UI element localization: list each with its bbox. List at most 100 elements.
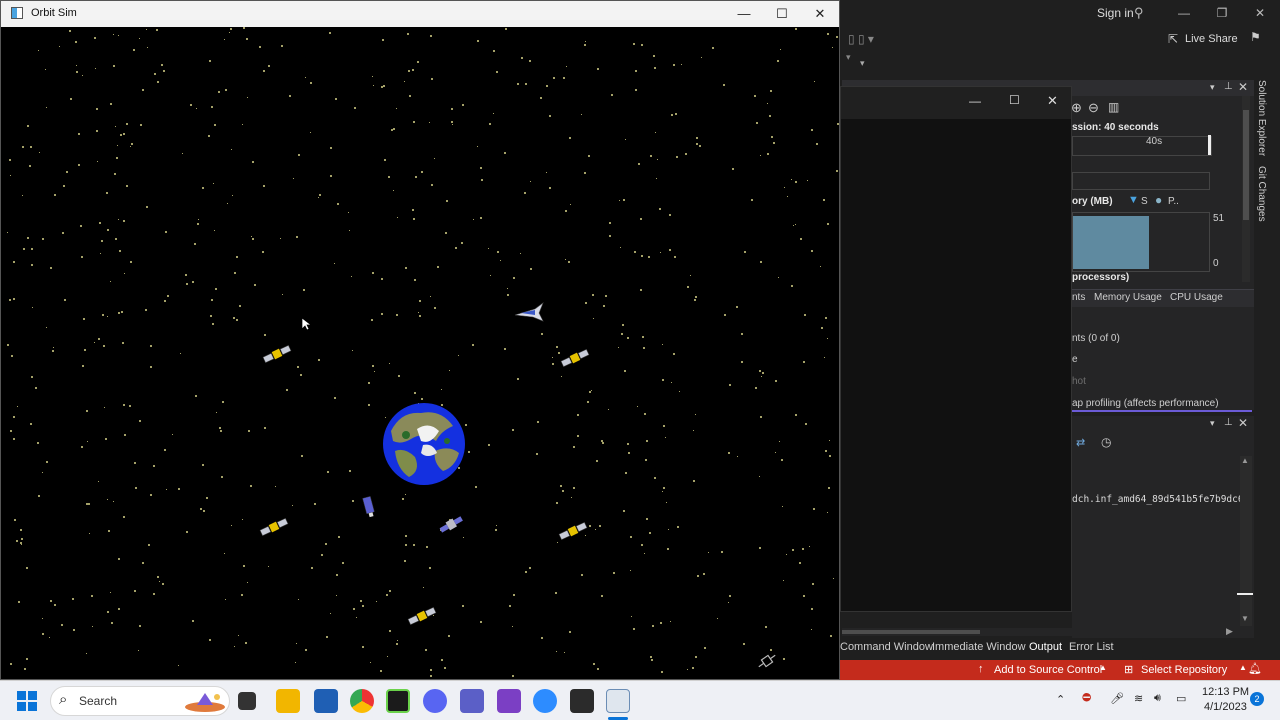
- tab-immediate-window[interactable]: Immediate Window: [932, 641, 1026, 653]
- output-pin-icon[interactable]: ⊥: [1224, 417, 1233, 428]
- star: [729, 595, 731, 597]
- feedback-icon[interactable]: ⚑: [1250, 30, 1261, 44]
- scroll-right-icon[interactable]: ▶: [1226, 626, 1233, 637]
- star: [281, 45, 283, 47]
- overflow-icon[interactable]: ▾: [860, 58, 865, 69]
- tray-overflow-icon[interactable]: ⌃: [1056, 693, 1065, 706]
- take-snapshot-link[interactable]: hot: [1072, 376, 1086, 387]
- star: [27, 125, 29, 127]
- panel-scroll-thumb[interactable]: [1243, 110, 1249, 220]
- floating-minimize-button[interactable]: —: [969, 94, 981, 108]
- task-view-icon[interactable]: [238, 692, 256, 710]
- clock-time[interactable]: 12:13 PM: [1202, 686, 1249, 698]
- memory-min: 0: [1213, 258, 1219, 269]
- star: [202, 464, 204, 466]
- vs-close-button[interactable]: ✕: [1250, 6, 1270, 22]
- floating-close-button[interactable]: ✕: [1047, 93, 1058, 109]
- heap-profiling-option[interactable]: ap profiling (affects performance): [1072, 398, 1219, 409]
- console-icon[interactable]: [570, 689, 594, 713]
- tab-events[interactable]: nts: [1072, 292, 1085, 303]
- star: [712, 47, 714, 49]
- output-close-icon[interactable]: ✕: [1238, 416, 1248, 430]
- floating-maximize-button[interactable]: ☐: [1009, 93, 1020, 107]
- notification-badge[interactable]: 2: [1250, 692, 1264, 706]
- tab-command-window[interactable]: Command Window: [840, 641, 933, 653]
- star: [791, 179, 792, 180]
- scroll-down-icon[interactable]: ▼: [1241, 614, 1249, 623]
- star: [292, 505, 293, 506]
- star: [349, 230, 350, 231]
- output-scrollbar[interactable]: [1240, 456, 1252, 626]
- wifi-icon[interactable]: ≋: [1134, 692, 1143, 705]
- windows-start-icon[interactable]: [16, 690, 38, 712]
- star: [231, 149, 232, 150]
- notifications-icon[interactable]: 🔔︎: [1248, 662, 1262, 675]
- horizontal-scroll-thumb[interactable]: [842, 630, 980, 634]
- volume-icon[interactable]: 🔊︎: [1154, 692, 1161, 705]
- battery-icon[interactable]: ▭: [1176, 692, 1186, 705]
- git-changes-tab[interactable]: Git Changes: [1256, 166, 1267, 222]
- star: [139, 38, 140, 39]
- teams-icon[interactable]: [460, 689, 484, 713]
- zoom-in-icon[interactable]: ⊕: [1071, 100, 1082, 116]
- visual-studio-icon[interactable]: [497, 689, 521, 713]
- snapshot-legend-icon: ▼: [1128, 194, 1139, 206]
- star: [517, 378, 519, 380]
- live-share-icon[interactable]: ⇱: [1168, 32, 1178, 46]
- maximize-button[interactable]: ☐: [763, 1, 801, 27]
- close-button[interactable]: ✕: [801, 1, 839, 27]
- taskbar-search[interactable]: ⌕ Search: [50, 686, 230, 716]
- output-menu-icon[interactable]: ▾: [1210, 418, 1215, 429]
- solution-explorer-tab[interactable]: Solution Explorer: [1256, 80, 1267, 156]
- minimize-button[interactable]: —: [725, 1, 763, 27]
- repository-caret-icon[interactable]: ▲: [1239, 663, 1247, 672]
- vs-minimize-button[interactable]: —: [1174, 6, 1194, 22]
- timeline-handle[interactable]: [1208, 135, 1211, 155]
- zoom-out-icon[interactable]: ⊖: [1088, 100, 1099, 116]
- source-control-caret-icon[interactable]: ▲: [1099, 663, 1107, 672]
- chrome-icon[interactable]: [350, 689, 374, 713]
- discord-icon[interactable]: [423, 689, 447, 713]
- tab-error-list[interactable]: Error List: [1069, 641, 1114, 653]
- select-repository-button[interactable]: Select Repository: [1141, 664, 1227, 676]
- tab-memory-usage[interactable]: Memory Usage: [1094, 292, 1162, 303]
- clock-date[interactable]: 4/1/2023: [1204, 701, 1247, 713]
- store-icon[interactable]: [314, 689, 338, 713]
- zoom-icon[interactable]: [533, 689, 557, 713]
- star: [618, 347, 619, 348]
- star: [233, 317, 235, 319]
- clock-icon[interactable]: ◷: [1101, 435, 1111, 449]
- vs-maximize-button[interactable]: ❐: [1212, 6, 1232, 22]
- word-wrap-icon[interactable]: ⇄: [1076, 436, 1085, 449]
- star: [803, 361, 805, 363]
- star: [21, 538, 23, 540]
- dropdown-icon[interactable]: ▾: [846, 52, 856, 62]
- star: [641, 44, 643, 46]
- orbit-sim-window: Orbit Sim — ☐ ✕: [0, 0, 840, 680]
- star: [209, 639, 211, 641]
- chart-icon[interactable]: ▥: [1108, 100, 1119, 114]
- space-canvas[interactable]: [7, 27, 839, 679]
- add-to-source-control-button[interactable]: Add to Source Control: [994, 664, 1102, 676]
- tab-cpu-usage[interactable]: CPU Usage: [1170, 292, 1223, 303]
- pin-icon[interactable]: ⊥: [1224, 81, 1233, 92]
- file-explorer-icon[interactable]: [276, 689, 300, 713]
- star: [96, 108, 98, 110]
- star: [635, 70, 637, 72]
- sign-in-link[interactable]: Sign in: [1097, 6, 1134, 20]
- star: [102, 314, 104, 316]
- live-share-button[interactable]: Live Share: [1185, 33, 1238, 45]
- tab-output[interactable]: Output: [1029, 641, 1062, 653]
- orbit-sim-icon[interactable]: [606, 689, 630, 713]
- star: [648, 256, 650, 258]
- star: [53, 347, 54, 348]
- terminal-icon[interactable]: [386, 689, 410, 713]
- star: [54, 604, 56, 606]
- microphone-icon[interactable]: 🎤︎: [1110, 692, 1124, 705]
- panel-close-icon[interactable]: ✕: [1238, 80, 1248, 94]
- account-icon[interactable]: ⚲: [1134, 5, 1144, 21]
- bookmark-icon[interactable]: ▯ ▯ ▾: [848, 32, 874, 46]
- scroll-up-icon[interactable]: ▲: [1241, 456, 1249, 465]
- panel-menu-icon[interactable]: ▾: [1210, 82, 1215, 93]
- defender-icon[interactable]: ⛔︎: [1082, 692, 1091, 705]
